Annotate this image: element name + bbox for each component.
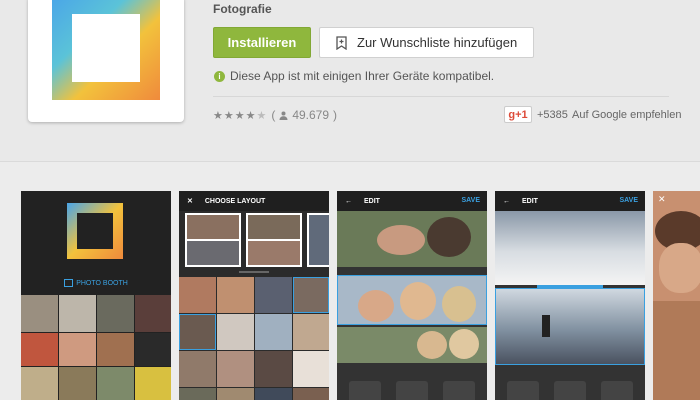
back-arrow-icon[interactable]: ← bbox=[345, 198, 352, 205]
photo-panel[interactable] bbox=[337, 327, 487, 363]
google-plus-count: +5385 bbox=[537, 109, 568, 121]
star-rating-icon: ★★★★★ bbox=[213, 109, 268, 122]
photo-thumb bbox=[293, 314, 329, 350]
edit-title: EDIT bbox=[364, 197, 380, 205]
layout-option[interactable] bbox=[307, 213, 329, 267]
compatibility-text: Diese App ist mit einigen Ihrer Geräte k… bbox=[230, 69, 495, 83]
layout-option[interactable] bbox=[185, 213, 241, 267]
photo-thumb bbox=[59, 333, 96, 366]
rating-count: 49.679 bbox=[292, 108, 330, 122]
photo-thumb bbox=[255, 388, 292, 400]
mirror-tool-icon[interactable] bbox=[554, 381, 586, 400]
choose-layout-title: CHOOSE LAYOUT bbox=[204, 197, 266, 205]
photo-thumb bbox=[217, 314, 254, 350]
photo-thumb bbox=[179, 351, 216, 387]
photo-thumb bbox=[135, 367, 171, 400]
close-icon[interactable]: ✕ bbox=[187, 197, 193, 205]
photo-panel-selected[interactable] bbox=[337, 275, 487, 325]
google-plus-one-button[interactable]: g+1 bbox=[504, 106, 532, 123]
wishlist-label: Zur Wunschliste hinzufügen bbox=[357, 35, 518, 50]
photo-thumb bbox=[293, 388, 329, 400]
photo-thumb bbox=[59, 295, 96, 332]
photo-thumb bbox=[217, 277, 254, 313]
camera-icon bbox=[64, 279, 74, 287]
save-button[interactable]: SAVE bbox=[619, 197, 638, 204]
bookmark-plus-icon bbox=[336, 35, 347, 50]
screenshot-3[interactable]: ← EDIT SAVE bbox=[337, 191, 487, 400]
photo-thumb bbox=[179, 314, 216, 350]
photo-thumb bbox=[217, 351, 254, 387]
install-button[interactable]: Installieren bbox=[213, 27, 311, 58]
photo-thumb bbox=[135, 295, 171, 332]
photo-thumb bbox=[135, 333, 171, 366]
screenshot-2[interactable]: ✕ CHOOSE LAYOUT bbox=[179, 191, 329, 400]
layout-tool-icon[interactable] bbox=[507, 381, 539, 400]
photo-thumb bbox=[255, 351, 292, 387]
person-icon bbox=[279, 111, 288, 120]
mirror-tool-icon[interactable] bbox=[396, 381, 428, 400]
screenshot-5[interactable]: ✕ bbox=[653, 191, 700, 400]
app-header: Fotografie Installieren Zur Wunschliste … bbox=[0, 0, 700, 162]
screenshot-1[interactable]: PHOTO BOOTH bbox=[21, 191, 171, 400]
divider bbox=[213, 96, 669, 97]
wishlist-button[interactable]: Zur Wunschliste hinzufügen bbox=[319, 27, 534, 58]
photo-thumb bbox=[59, 367, 96, 400]
photo-thumb bbox=[255, 314, 292, 350]
photo-thumb bbox=[293, 351, 329, 387]
flip-tool-icon[interactable] bbox=[443, 381, 475, 400]
photo-thumb bbox=[217, 388, 254, 400]
back-arrow-icon[interactable]: ← bbox=[503, 198, 510, 205]
google-recommend-label: Auf Google empfehlen bbox=[572, 109, 682, 121]
photo-thumb bbox=[21, 295, 58, 332]
photo-thumb bbox=[97, 333, 134, 366]
edit-title: EDIT bbox=[522, 197, 538, 205]
info-icon: i bbox=[214, 70, 225, 82]
layout-tool-icon[interactable] bbox=[349, 381, 381, 400]
photo-thumb bbox=[97, 367, 134, 400]
pager-indicator bbox=[239, 271, 269, 273]
app-category[interactable]: Fotografie bbox=[213, 2, 272, 16]
rating-summary: ★★★★★ ( 49.679 ) bbox=[213, 108, 337, 122]
rating-open-paren: ( bbox=[271, 108, 276, 122]
app-icon bbox=[28, 0, 184, 122]
photo-panel[interactable] bbox=[337, 211, 487, 267]
save-button[interactable]: SAVE bbox=[461, 197, 480, 204]
photo-thumb bbox=[255, 277, 292, 313]
layout-logo-icon bbox=[52, 0, 160, 100]
photo-booth-label[interactable]: PHOTO BOOTH bbox=[21, 279, 171, 287]
screenshot-toolbar: ✕ CHOOSE LAYOUT bbox=[179, 191, 329, 211]
rating-close-paren: ) bbox=[333, 108, 338, 122]
compatibility-notice: i Diese App ist mit einigen Ihrer Geräte… bbox=[214, 69, 494, 83]
photo-panel[interactable] bbox=[495, 211, 645, 285]
layout-logo-icon bbox=[67, 203, 123, 259]
photo-thumb bbox=[21, 367, 58, 400]
photo-thumb bbox=[179, 388, 216, 400]
photo-thumb bbox=[97, 295, 134, 332]
flip-tool-icon[interactable] bbox=[601, 381, 633, 400]
layout-option[interactable] bbox=[246, 213, 302, 267]
close-icon[interactable]: ✕ bbox=[658, 194, 666, 205]
photo-thumb bbox=[21, 333, 58, 366]
screenshot-4[interactable]: ← EDIT SAVE bbox=[495, 191, 645, 400]
photo-panel-selected[interactable] bbox=[495, 288, 645, 365]
photo-thumb bbox=[293, 277, 329, 313]
photo-thumb bbox=[179, 277, 216, 313]
